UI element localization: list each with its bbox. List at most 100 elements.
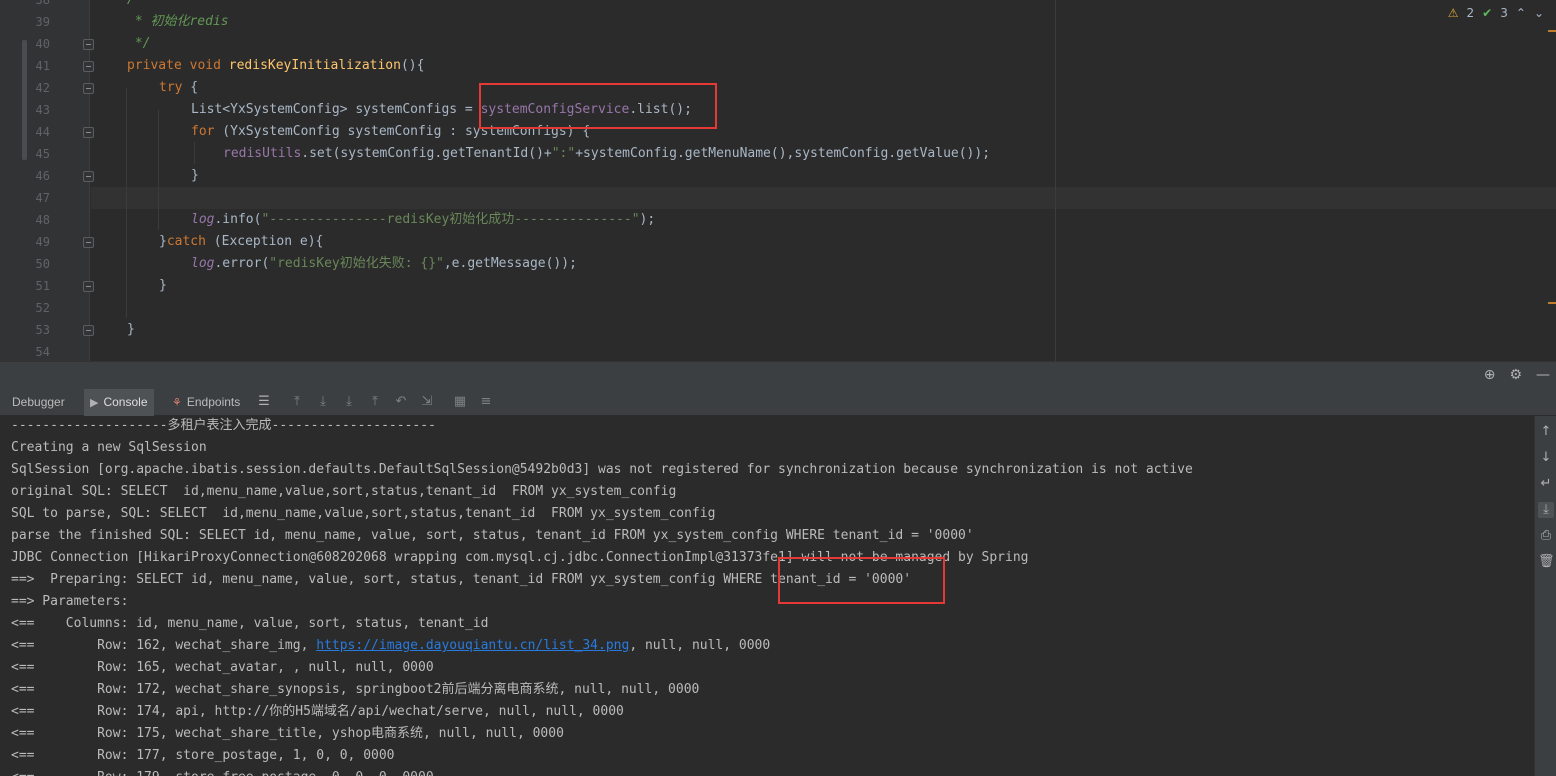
console-output[interactable]: --------------------多租户表注入完成------------… [0,416,1534,776]
tab-endpoints[interactable]: ⚘ Endpoints [166,389,246,416]
code-text: ,e.getMessage()); [443,256,577,271]
minimize-icon[interactable]: — [1536,367,1550,383]
arrow-up-icon[interactable]: ↑ [1538,424,1554,440]
code-line-38[interactable]: /** [127,0,150,11]
error-stripe-mark[interactable] [1548,30,1556,32]
error-stripe-mark[interactable] [1548,302,1556,304]
indent-guide [158,110,159,230]
code-line-41[interactable]: private void redisKeyInitialization(){ [127,55,424,77]
console-line: SQL to parse, SQL: SELECT id,menu_name,v… [11,506,716,521]
code-line-50[interactable]: log.error("redisKey初始化失败: {}",e.getMessa… [191,253,577,275]
code-text: } [159,278,167,293]
console-line: <== Row: 177, store_postage, 1, 0, 0, 00… [11,748,395,763]
weak-warning-count: 3 [1500,6,1508,20]
code-text: .set(systemConfig.getTenantId()+ [301,146,552,161]
code-text: { [182,80,199,95]
tab-label: Endpoints [186,395,241,409]
line-number: 42 [35,81,50,95]
url-link[interactable]: https://image.dayouqiantu.cn/list_34.png [316,638,629,653]
line-number: 54 [35,345,50,359]
fold-toggle-icon[interactable] [83,325,94,336]
code-line-48[interactable]: log.info("---------------redisKey初始化成功--… [191,209,655,231]
console-line: <== Row: 174, api, http://你的H5端域名/api/we… [11,704,624,719]
fold-toggle-icon[interactable] [83,83,94,94]
scroll-to-end-icon[interactable]: ⤓ [1538,502,1554,518]
code-editor[interactable]: 38 39 40 41 42 43 44 45 46 47 48 49 50 51 52 53 54 /** *… [0,0,1556,361]
tab-console[interactable]: ▶ Console [84,389,154,416]
fold-toggle-icon[interactable] [83,39,94,50]
row-text: <== Row: 162, wechat_share_img, [11,638,317,653]
indent-guide [126,88,127,318]
highlight-box [479,83,717,129]
trace-icon[interactable]: ≡ [478,394,494,410]
code-text: } [191,168,199,183]
console-line: --------------------多租户表注入完成------------… [11,418,436,433]
run-to-cursor-icon[interactable]: ⇲ [419,394,435,410]
trash-icon[interactable]: 🗑 [1538,554,1555,570]
line-number: 47 [35,191,50,205]
code-line-45[interactable]: redisUtils.set(systemConfig.getTenantId(… [223,143,990,165]
show-execution-point-icon[interactable]: ⤒ [289,394,305,410]
code-text: } [127,322,135,337]
console-line: original SQL: SELECT id,menu_name,value,… [11,484,677,499]
inspection-widget[interactable]: ⚠ 2 ✔ 3 ⌃ ⌄ [1448,6,1544,20]
print-icon[interactable]: ⎙ [1538,528,1554,544]
code-text: } [159,234,167,249]
drop-frame-icon[interactable]: ↶ [393,394,409,410]
gear-icon[interactable]: ⚙ [1509,367,1522,383]
weak-warning-icon: ✔ [1482,6,1493,20]
keyword: void [189,58,221,73]
line-number: 43 [35,103,50,117]
code-line-53[interactable]: } [127,319,135,341]
step-into-icon[interactable]: ⤓ [341,394,357,410]
keyword: for [191,124,215,139]
tab-debugger[interactable]: Debugger [6,389,71,416]
step-over-icon[interactable]: ⤓ [315,394,331,410]
fold-toggle-icon[interactable] [83,127,94,138]
line-number: 44 [35,125,50,139]
code-line-39[interactable]: * 初始化redis [127,11,229,33]
line-number: 41 [35,59,50,73]
console-line: ==> Preparing: SELECT id, menu_name, val… [11,572,912,587]
tab-label: Debugger [12,395,65,409]
step-out-icon[interactable]: ⤒ [367,394,383,410]
code-text: (){ [400,58,425,73]
fold-toggle-icon[interactable] [83,237,94,248]
console-line: SqlSession [org.apache.ibatis.session.de… [11,462,1193,477]
field-ref: log [191,256,215,271]
fold-toggle-icon[interactable] [83,171,94,182]
right-margin-guide [1055,0,1056,361]
code-line-46[interactable]: } [191,165,199,187]
indent-guide [194,142,195,164]
crosshair-icon[interactable]: ⊕ [1484,367,1496,383]
menu-icon[interactable]: ☰ [256,394,272,410]
comment-text: */ [127,36,151,51]
warning-icon: ⚠ [1447,6,1459,20]
console-line: <== Row: 175, wechat_share_title, yshop电… [11,726,564,741]
fold-toggle-icon[interactable] [83,281,94,292]
code-text: List<YxSystemConfig> systemConfigs = [191,102,481,117]
soft-wrap-icon[interactable]: ↵ [1538,476,1554,492]
endpoints-icon: ⚘ [172,397,182,409]
chevron-down-icon[interactable]: ⌄ [1534,6,1544,20]
code-text: (Exception e){ [205,234,324,249]
code-line-49[interactable]: }catch (Exception e){ [159,231,323,253]
console-line: <== Row: 162, wechat_share_img, https://… [11,635,770,657]
line-number: 52 [35,301,50,315]
fold-toggle-icon[interactable] [83,61,94,72]
console-line: <== Row: 172, wechat_share_synopsis, spr… [11,682,700,697]
arrow-down-icon[interactable]: ↓ [1538,450,1554,466]
code-line-40[interactable]: */ [127,33,151,55]
row-text: , null, null, 0000 [629,638,771,653]
keyword: catch [166,234,206,249]
field-ref: log [191,212,215,227]
evaluate-expression-icon[interactable]: ▦ [452,394,468,410]
console-line: parse the finished SQL: SELECT id, menu_… [11,528,974,543]
code-line-51[interactable]: } [159,275,167,297]
tool-window-header: ⊕ ⚙ — [0,361,1556,389]
line-number: 53 [35,323,50,337]
chevron-up-icon[interactable]: ⌃ [1516,6,1526,20]
code-line-42[interactable]: try { [159,77,198,99]
line-number: 51 [35,279,50,293]
console-line: <== Columns: id, menu_name, value, sort,… [11,616,489,631]
